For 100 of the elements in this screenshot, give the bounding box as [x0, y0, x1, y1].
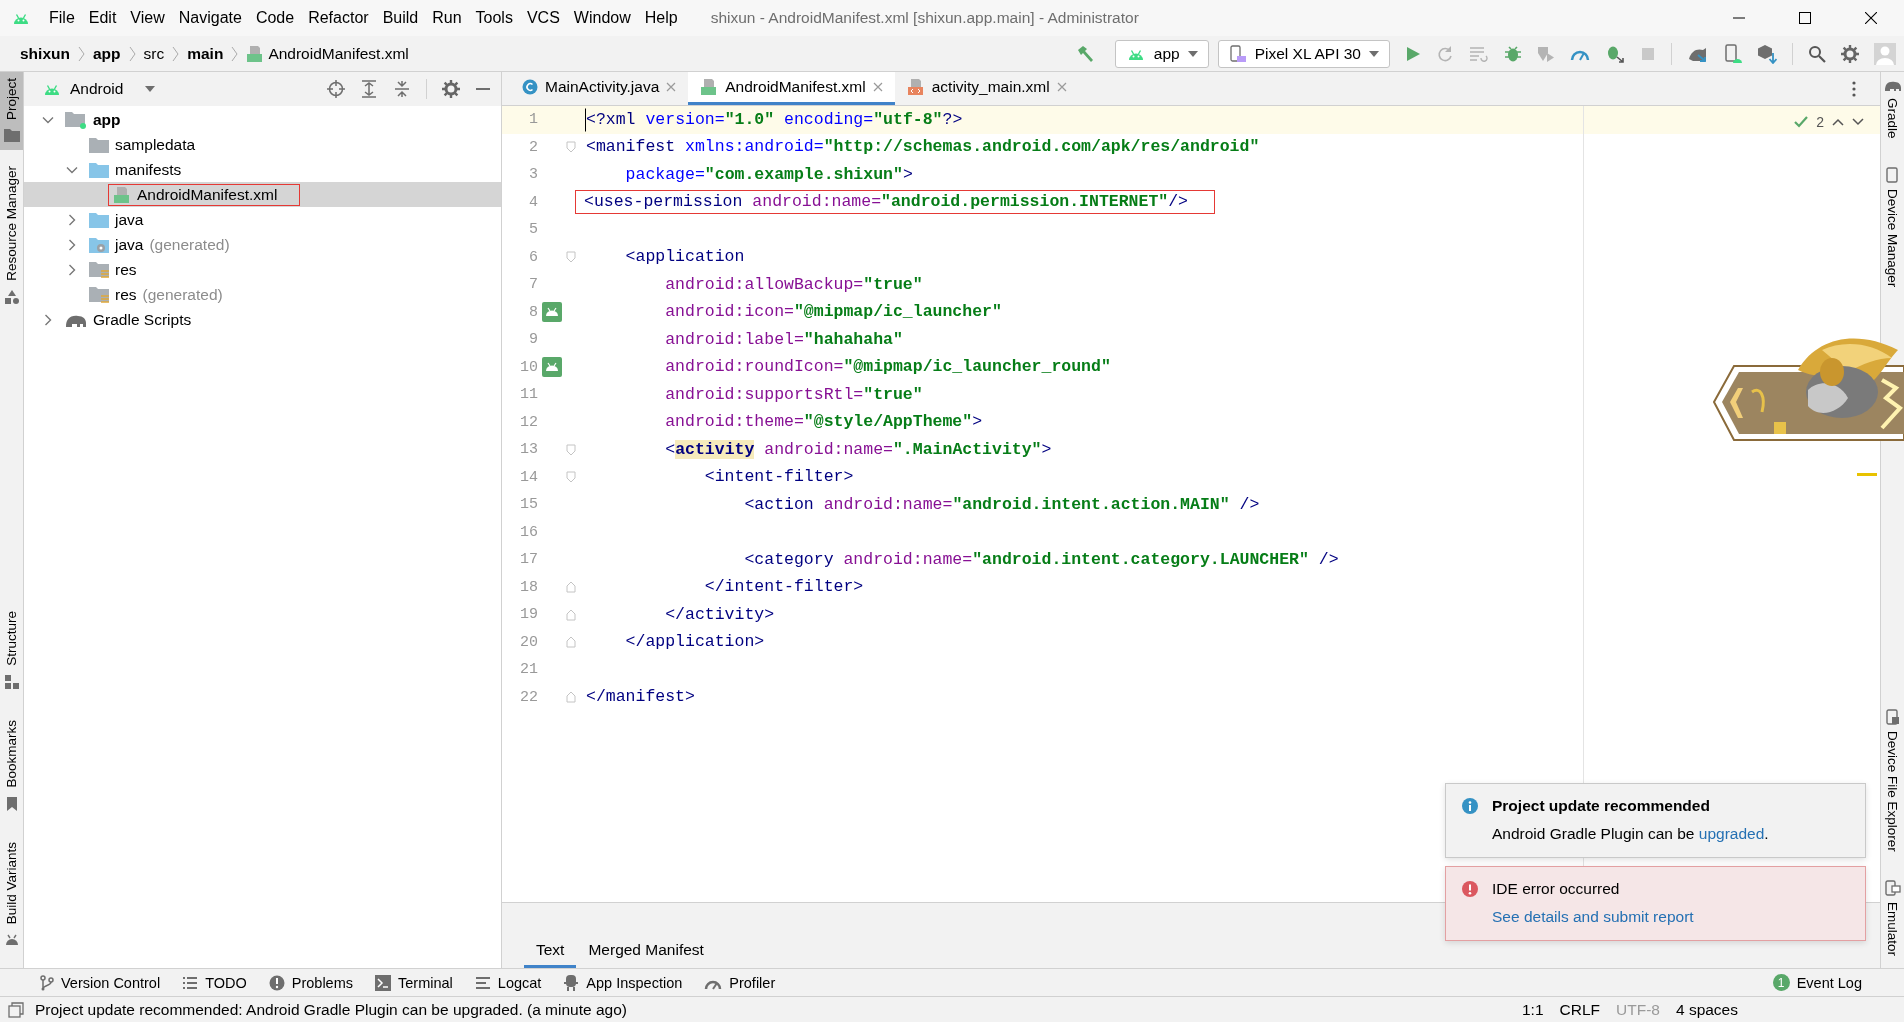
fold-icon[interactable] — [565, 581, 576, 594]
fold-icon[interactable] — [565, 608, 576, 621]
tool-window-tab[interactable]: Gradle — [1881, 72, 1904, 145]
device-dropdown[interactable]: Pixel XL API 30 — [1217, 39, 1390, 68]
fold-icon[interactable] — [565, 141, 576, 154]
tree-item[interactable]: java — [24, 207, 501, 232]
folder-icon — [89, 161, 109, 178]
search-icon[interactable] — [1808, 44, 1826, 63]
debug-icon[interactable] — [1504, 44, 1522, 63]
fold-icon[interactable] — [565, 636, 576, 649]
minimize-icon[interactable] — [475, 87, 491, 91]
menu-item[interactable]: Run — [425, 7, 469, 29]
device-manager-icon[interactable] — [1724, 43, 1742, 64]
event-log-button[interactable]: 1 Event Log — [1772, 974, 1862, 991]
arrow-down-icon[interactable] — [1852, 118, 1864, 126]
tree-item[interactable]: app — [24, 107, 501, 132]
menu-item[interactable]: Help — [637, 7, 685, 29]
fold-icon[interactable] — [565, 251, 576, 264]
breadcrumb-item[interactable]: AndroidManifest.xml — [242, 44, 413, 63]
menu-item[interactable]: Build — [375, 7, 426, 29]
tool-window-tab[interactable]: Project — [0, 72, 23, 151]
expand-all-icon[interactable] — [360, 80, 378, 98]
view-dropdown[interactable]: Android — [38, 78, 160, 100]
apply-changes-icon[interactable] — [1469, 45, 1489, 62]
breadcrumb-item[interactable]: app — [88, 44, 125, 63]
line-number: 9 — [528, 331, 539, 349]
breadcrumb-item[interactable]: shixun — [16, 44, 74, 63]
breadcrumb-item[interactable]: src — [139, 44, 169, 63]
menu-item[interactable]: Code — [248, 7, 302, 29]
folder-icon — [3, 128, 20, 143]
class-icon — [522, 79, 538, 95]
tool-window-tab[interactable]: Bookmarks — [0, 714, 23, 820]
status-item[interactable]: 1:1 — [1522, 1000, 1544, 1019]
tree-item[interactable]: sampledata — [24, 132, 501, 157]
tool-window-tab[interactable]: Device File Explorer — [1881, 703, 1904, 858]
status-item[interactable]: 4 spaces — [1675, 1000, 1738, 1019]
android-icon[interactable] — [542, 302, 562, 323]
report-link[interactable]: See details and submit report — [1492, 908, 1694, 926]
android-icon[interactable] — [542, 357, 562, 378]
sdk-manager-icon[interactable] — [1757, 43, 1777, 64]
fold-icon[interactable] — [565, 443, 576, 456]
collapse-all-icon[interactable] — [393, 80, 411, 98]
fold-icon[interactable] — [565, 691, 576, 704]
tool-window-button[interactable]: TODO — [182, 974, 247, 991]
menu-item[interactable]: Window — [566, 7, 638, 29]
chevron-right-icon[interactable] — [42, 313, 54, 326]
menu-item[interactable]: VCS — [519, 7, 567, 29]
tree-item[interactable]: java (generated) — [24, 232, 501, 257]
editor-tab[interactable]: MainActivity.java — [510, 72, 689, 105]
list-icon — [182, 975, 199, 990]
menu-item[interactable]: Edit — [81, 7, 124, 29]
editor-tab[interactable]: activity_main.xml — [894, 72, 1079, 105]
run-config-dropdown[interactable]: app — [1114, 39, 1209, 68]
folder-icon — [89, 260, 109, 279]
tool-window-button[interactable]: Version Control — [40, 974, 161, 991]
tree-item[interactable]: res (generated) — [24, 282, 501, 307]
chevron-right-icon[interactable] — [66, 238, 78, 251]
status-icon[interactable] — [8, 1001, 24, 1018]
line-number: 2 — [528, 138, 539, 156]
menu-item[interactable]: Tools — [468, 7, 520, 29]
breadcrumb-item[interactable]: main — [183, 44, 228, 63]
manifest-file-icon — [113, 185, 131, 204]
close-icon[interactable] — [1865, 12, 1877, 24]
maximize-icon[interactable] — [1799, 12, 1811, 24]
tool-window-tab[interactable]: Emulator — [1881, 873, 1904, 962]
hammer-icon[interactable] — [1075, 43, 1096, 64]
rerun-icon[interactable] — [1436, 44, 1454, 63]
tool-window-button[interactable]: Profiler — [704, 974, 776, 991]
editor-tab[interactable]: AndroidManifest.xml — [688, 72, 895, 105]
tree-item[interactable]: Gradle Scripts — [24, 307, 501, 332]
run-icon[interactable] — [1405, 45, 1421, 62]
crosshair-icon[interactable] — [327, 80, 345, 98]
code-line: android:icon="@mipmap/ic_launcher" — [664, 301, 1003, 324]
tool-window-tab[interactable]: Resource Manager — [0, 160, 23, 313]
tool-window-tab[interactable]: Structure — [0, 605, 23, 699]
arrow-up-icon[interactable] — [1832, 118, 1844, 126]
status-item[interactable]: CRLF — [1559, 1000, 1601, 1019]
tool-window-button[interactable]: Problems — [268, 974, 353, 991]
tree-item[interactable]: res — [24, 257, 501, 282]
settings-icon[interactable] — [442, 80, 460, 98]
chevron-right-icon[interactable] — [66, 213, 78, 226]
tool-window-button[interactable]: Logcat — [474, 974, 542, 991]
menu-item[interactable]: File — [42, 7, 82, 29]
menu-item[interactable]: Navigate — [171, 7, 249, 29]
tree-item[interactable]: manifests — [24, 157, 501, 182]
tree-item[interactable]: AndroidManifest.xml — [24, 182, 501, 207]
menu-item[interactable]: Refactor — [301, 7, 376, 29]
tool-window-button[interactable]: Terminal — [375, 974, 453, 991]
chevron-right-icon[interactable] — [66, 263, 78, 276]
more-icon[interactable] — [1852, 80, 1856, 97]
fold-icon[interactable] — [565, 471, 576, 484]
code-line: <intent-filter> — [703, 466, 855, 489]
menu-item[interactable]: View — [123, 7, 172, 29]
editor-mode-tab[interactable]: Merged Manifest — [576, 935, 716, 968]
coverage-icon[interactable] — [1537, 44, 1555, 63]
caret-icon — [1187, 50, 1198, 57]
settings-icon[interactable] — [1841, 44, 1859, 63]
tool-window-button[interactable]: App Inspection — [563, 973, 683, 992]
tool-window-tab[interactable]: Device Manager — [1881, 160, 1904, 293]
tool-window-tab[interactable]: Build Variants — [0, 835, 23, 954]
